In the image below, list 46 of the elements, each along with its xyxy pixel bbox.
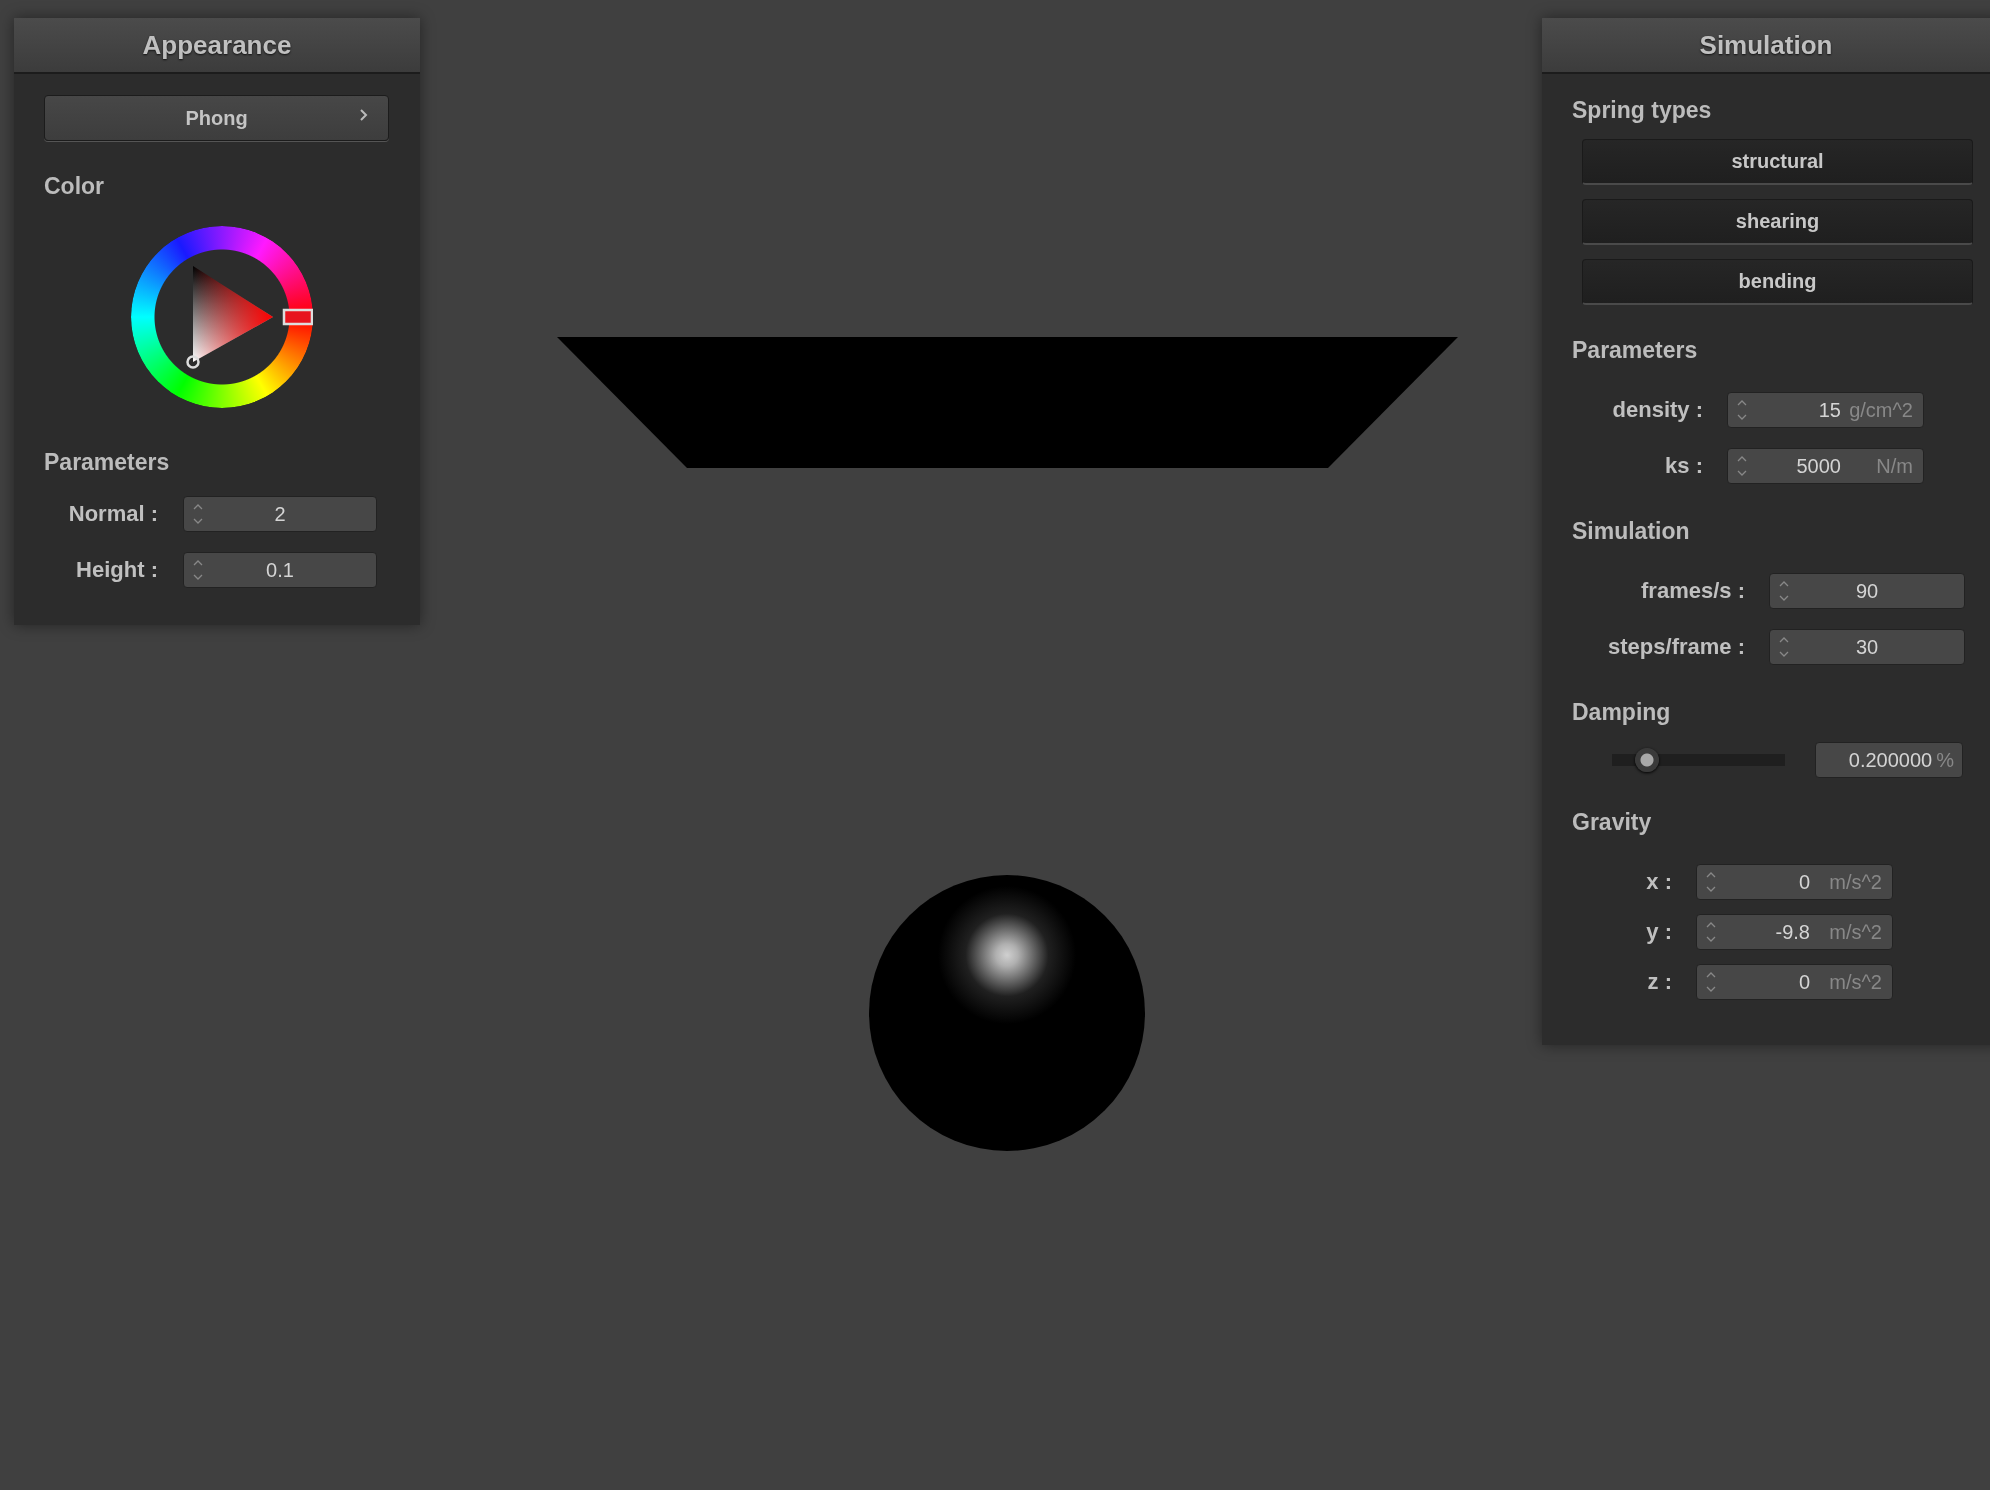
section-heading: Parameters — [44, 448, 171, 476]
spinner-icon[interactable] — [1706, 921, 1716, 943]
number-field[interactable]: 0.200000 % — [1815, 742, 1963, 778]
spring-type-button[interactable]: structural — [1582, 139, 1973, 185]
field-label: y : — [1645, 919, 1672, 945]
spinner-icon[interactable] — [193, 503, 203, 525]
saturation-handle[interactable] — [186, 355, 200, 369]
number-field[interactable]: 90 — [1769, 573, 1965, 609]
number-field[interactable]: 15 g/cm^2 — [1727, 392, 1924, 428]
panel-title: Simulation — [1542, 18, 1990, 74]
spinner-icon[interactable] — [1706, 871, 1716, 893]
slider-thumb[interactable] — [1634, 748, 1659, 772]
spring-type-button[interactable]: bending — [1582, 259, 1973, 305]
section-heading: Parameters — [1572, 336, 1699, 364]
field-label: frames/s : — [1640, 578, 1745, 604]
number-field[interactable]: 5000 N/m — [1727, 448, 1924, 484]
field-label: steps/frame : — [1607, 634, 1745, 660]
section-heading: Color — [44, 172, 106, 200]
field-label: ks : — [1664, 453, 1703, 479]
field-label: density : — [1611, 397, 1703, 423]
spring-type-button[interactable]: shearing — [1582, 199, 1973, 245]
field-label: z : — [1646, 969, 1672, 995]
chevron-icon — [360, 109, 368, 121]
spinner-icon[interactable] — [1737, 455, 1747, 477]
field-label: x : — [1645, 869, 1672, 895]
number-field[interactable]: 0 m/s^2 — [1696, 964, 1893, 1000]
hue-handle[interactable] — [282, 308, 313, 326]
number-field[interactable]: 30 — [1769, 629, 1965, 665]
section-heading: Simulation — [1572, 517, 1691, 545]
color-triangle[interactable] — [193, 266, 273, 362]
number-field[interactable]: 0 m/s^2 — [1696, 864, 1893, 900]
section-heading: Spring types — [1572, 96, 1713, 124]
spinner-icon[interactable] — [1779, 636, 1789, 658]
section-heading: Damping — [1572, 698, 1672, 726]
number-field[interactable]: 2 — [183, 496, 377, 532]
spinner-icon[interactable] — [1779, 580, 1789, 602]
section-heading: Gravity — [1572, 808, 1653, 836]
field-label: Normal : — [67, 501, 158, 527]
number-field[interactable]: -9.8 m/s^2 — [1696, 914, 1893, 950]
spinner-icon[interactable] — [193, 559, 203, 581]
number-field[interactable]: 0.1 — [183, 552, 377, 588]
panel-title: Appearance — [14, 18, 420, 74]
field-label: Height : — [75, 557, 158, 583]
spinner-icon[interactable] — [1737, 399, 1747, 421]
shader-dropdown[interactable]: Phong — [44, 95, 389, 141]
spinner-icon[interactable] — [1706, 971, 1716, 993]
